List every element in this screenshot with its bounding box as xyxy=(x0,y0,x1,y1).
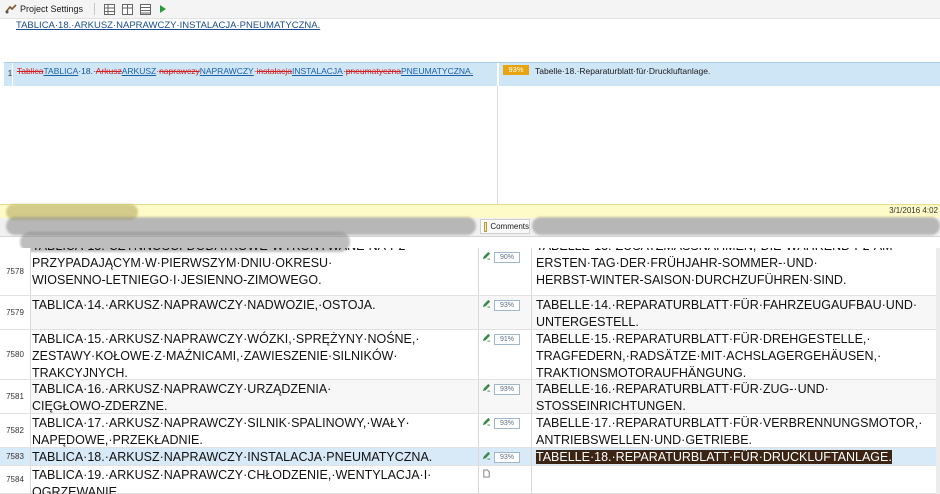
match-target-text: Tabelle·18.·Reparaturblatt·für·Druckluft… xyxy=(535,66,711,76)
segment-number: 7580 xyxy=(0,330,31,379)
edited-pen-icon xyxy=(482,251,491,260)
segment-number: 7581 xyxy=(0,380,31,413)
table-view-icon[interactable] xyxy=(138,3,152,15)
target-text: TABELLE·15.·REPARATURBLATT·FÜR·DREHGESTE… xyxy=(536,332,882,380)
target-text: TABELLE·17.·REPARATURBLATT·FÜR·VERBRENNU… xyxy=(536,416,923,447)
edited-pen-icon xyxy=(482,333,491,342)
inserted-text: ARKUSZ xyxy=(121,66,157,76)
match-date: 3/1/2016 4:02 xyxy=(889,206,938,215)
toolbar-separator xyxy=(94,3,96,15)
segment-row[interactable]: 7582 TABLICA·17.·ARKUSZ·NAPRAWCZY·SILNIK·… xyxy=(0,414,940,448)
tab-comments-label: Comments xyxy=(490,222,529,231)
target-cell[interactable]: TABELLE·18.·REPARATURBLATT·FÜR·DRUCKLUFT… xyxy=(536,449,940,466)
redacted-area xyxy=(532,217,940,235)
translation-memory-match[interactable]: 1 TablicaTABLICA·18.·ArkuszARKUSZ·napraw… xyxy=(4,62,940,88)
target-text: TABELLE·16.·REPARATURBLATT·FÜR·ZUG-·UND·… xyxy=(536,382,829,413)
deleted-text: naprawczy xyxy=(159,66,200,76)
segment-row[interactable]: 7580 TABLICA·15.·ARKUSZ·NAPRAWCZY·WÓZKI,·… xyxy=(0,330,940,380)
comments-icon xyxy=(484,221,488,232)
inserted-text: TABLICA xyxy=(43,66,79,76)
inserted-text: PNEUMATYCZNA. xyxy=(400,66,474,76)
segment-row[interactable]: 7578TABLICA·13.·CZYNNOŚCI·DODATKOWE·WYKO… xyxy=(0,248,940,296)
target-cell[interactable]: TABELLE·15.·REPARATURBLATT·FÜR·DREHGESTE… xyxy=(536,331,940,382)
deleted-text: Arkusz xyxy=(95,66,122,76)
segment-status-cell: 93% xyxy=(478,448,532,465)
match-percent-badge: 91% xyxy=(494,334,520,345)
segment-status-cell: 90% xyxy=(478,248,532,295)
source-cell[interactable]: TABLICA·17.·ARKUSZ·NAPRAWCZY·SILNIK·SPAL… xyxy=(32,415,476,449)
edited-pen-icon xyxy=(482,383,491,392)
source-cell[interactable]: TABLICA·14.·ARKUSZ·NAPRAWCZY·NADWOZIE,·O… xyxy=(32,297,476,314)
source-cell[interactable]: TABLICA·19.·ARKUSZ·NAPRAWCZY·CHŁODZENIE,… xyxy=(32,467,476,494)
segment-row[interactable]: 7581 TABLICA·16.·ARKUSZ·NAPRAWCZY·URZĄDZE… xyxy=(0,380,940,414)
segment-number: 7579 xyxy=(0,296,31,329)
match-percent-badge: 93% xyxy=(494,300,520,311)
target-cell[interactable]: TABELLE·16.·REPARATURBLATT·FÜR·ZUG-·UND·… xyxy=(536,381,940,415)
source-cell[interactable]: TABLICA·18.·ARKUSZ·NAPRAWCZY·INSTALACJA·… xyxy=(32,449,476,466)
grid-view-icon[interactable] xyxy=(102,3,116,15)
segment-number: 7583 xyxy=(0,448,31,465)
segment-number: 7584 xyxy=(0,466,31,493)
toolbar: Project Settings xyxy=(0,0,940,19)
inserted-text: INSTALACJA xyxy=(291,66,343,76)
match-index: 1 xyxy=(7,69,13,78)
match-percent-badge: 93% xyxy=(494,384,520,395)
source-cell[interactable]: TABLICA·15.·ARKUSZ·NAPRAWCZY·WÓZKI,·SPRĘ… xyxy=(32,331,476,382)
target-text: TABELLE·14.·REPARATURBLATT·FÜR·FAHRZEUGA… xyxy=(536,298,918,329)
target-cell[interactable]: TABELLE·14.·REPARATURBLATT·FÜR·FAHRZEUGA… xyxy=(536,297,940,331)
segment-status-cell: 93% xyxy=(478,380,532,413)
vertical-scrollbar[interactable] xyxy=(936,248,940,494)
segment-row-active[interactable]: 7583 TABLICA·18.·ARKUSZ·NAPRAWCZY·INSTALA… xyxy=(0,448,940,466)
segment-status-cell: 93% xyxy=(478,296,532,329)
segment-status-cell: 93% xyxy=(478,414,532,447)
match-score-badge: 93% xyxy=(503,65,529,75)
inserted-text: NAPRAWCZY xyxy=(199,66,254,76)
segment-grid: 7578TABLICA·13.·CZYNNOŚCI·DODATKOWE·WYKO… xyxy=(0,248,940,494)
split-view-icon[interactable] xyxy=(120,3,134,15)
deleted-text: instalacja xyxy=(256,66,292,76)
segment-number: 7582 xyxy=(0,414,31,447)
segment-row[interactable]: 7579 TABLICA·14.·ARKUSZ·NAPRAWCZY·NADWOZI… xyxy=(0,296,940,330)
unchanged-text: ·18.· xyxy=(78,66,96,76)
source-cell[interactable]: TABLICA·13.·CZYNNOŚCI·DODATKOWE·WYKONYWA… xyxy=(32,248,476,289)
match-percent-badge: 93% xyxy=(494,418,520,429)
match-percent-badge: 93% xyxy=(494,452,520,463)
empty-page-icon xyxy=(483,469,490,478)
source-segment-preview: TABLICA·18.·ARKUSZ·NAPRAWCZY·INSTALACJA·… xyxy=(16,20,321,31)
project-settings-button[interactable]: Project Settings xyxy=(20,4,83,14)
segment-status-cell: 91% xyxy=(478,330,532,379)
column-divider xyxy=(12,63,13,87)
edited-pen-icon xyxy=(482,299,491,308)
column-divider xyxy=(497,86,498,204)
edited-pen-icon xyxy=(482,451,491,460)
target-text: TABELLE·13.·ZUSATZMASSNAHMEN,·DIE·WÄHREN… xyxy=(536,248,897,287)
column-divider xyxy=(497,63,499,87)
edited-pen-icon xyxy=(482,417,491,426)
match-source-diff: TablicaTABLICA·18.·ArkuszARKUSZ·naprawcz… xyxy=(17,66,473,76)
deleted-text: pneumatyczna xyxy=(345,66,401,76)
target-cell[interactable]: TABELLE·17.·REPARATURBLATT·FÜR·VERBRENNU… xyxy=(536,415,940,449)
segment-status-cell xyxy=(478,466,532,493)
next-arrow-icon[interactable] xyxy=(156,3,170,15)
target-cell[interactable]: TABELLE·13.·ZUSATZMASSNAHMEN,·DIE·WÄHREN… xyxy=(536,248,940,289)
segment-row[interactable]: 7584 TABLICA·19.·ARKUSZ·NAPRAWCZY·CHŁODZE… xyxy=(0,466,940,494)
tab-comments[interactable]: Comments xyxy=(480,219,530,234)
match-percent-badge: 90% xyxy=(494,252,520,263)
settings-icon[interactable] xyxy=(4,3,18,15)
target-text: TABELLE·18.·REPARATURBLATT·FÜR·DRUCKLUFT… xyxy=(536,450,892,464)
deleted-text: Tablica xyxy=(17,66,44,76)
source-cell[interactable]: TABLICA·16.·ARKUSZ·NAPRAWCZY·URZĄDZENIA·… xyxy=(32,381,476,415)
segment-number: 7578 xyxy=(0,248,31,295)
match-panel-empty-area xyxy=(0,86,940,204)
